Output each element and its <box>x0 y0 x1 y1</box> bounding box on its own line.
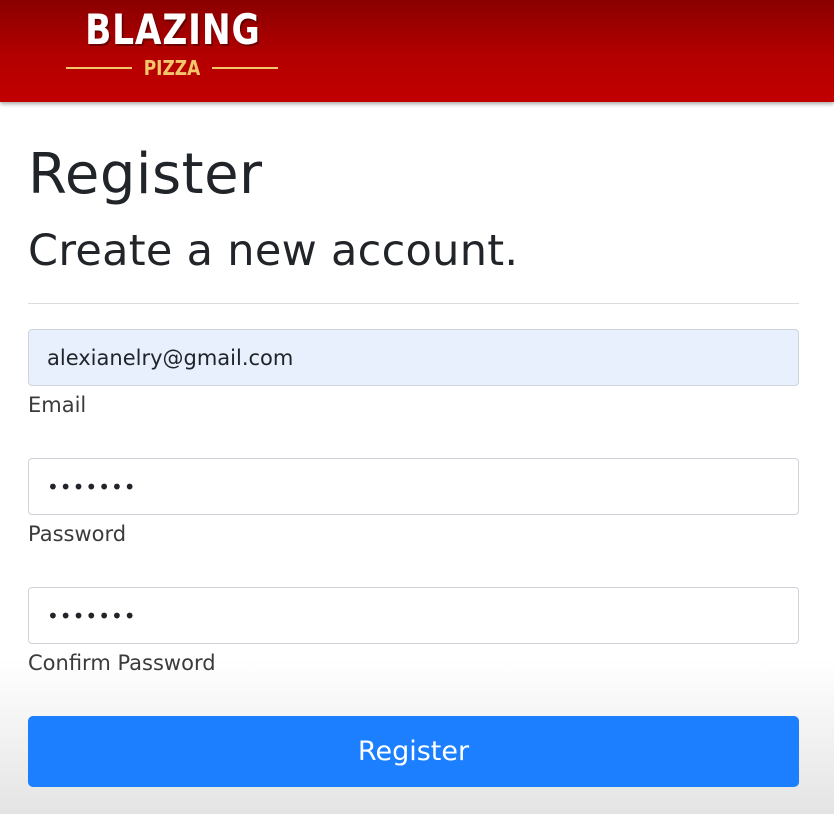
email-label: Email <box>28 393 87 417</box>
logo-rule-right <box>212 67 278 69</box>
blazing-pizza-logo[interactable]: BLAZING PIZZA <box>66 6 278 84</box>
register-button[interactable]: Register <box>28 716 799 787</box>
top-bar: BLAZING PIZZA <box>0 0 834 102</box>
email-input[interactable] <box>28 329 799 386</box>
divider <box>28 303 799 304</box>
password-label: Password <box>28 522 127 546</box>
confirm-password-label: Confirm Password <box>28 651 216 675</box>
page-title: Register <box>28 142 263 207</box>
logo-wordmark: BLAZING <box>85 5 261 54</box>
logo-subline: PIZZA <box>66 56 278 80</box>
page-subtitle: Create a new account. <box>28 226 519 276</box>
confirm-password-input[interactable] <box>28 587 799 644</box>
logo-rule-left <box>66 67 132 69</box>
password-input[interactable] <box>28 458 799 515</box>
logo-subtitle: PIZZA <box>143 56 201 80</box>
